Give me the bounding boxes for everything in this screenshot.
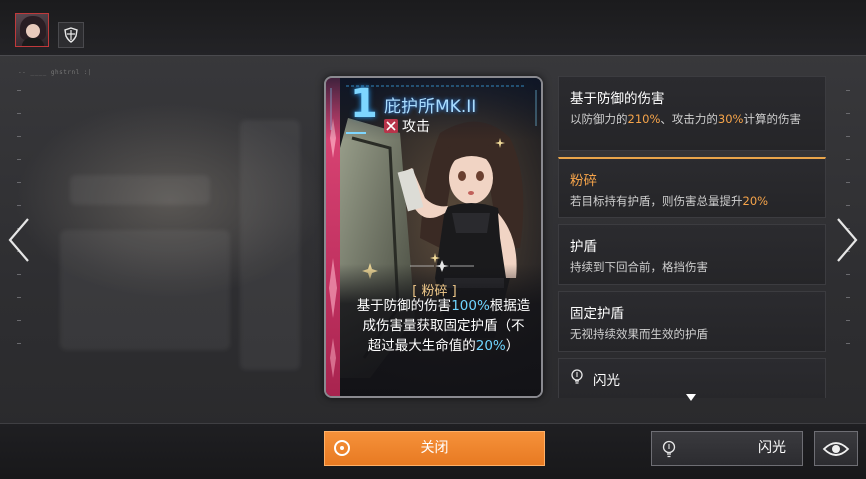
keyword-title: 固定护盾	[570, 306, 624, 322]
keyword-description: 以防御力的210%、攻击力的30%计算的伤害	[570, 112, 801, 126]
keyword-list[interactable]: 基于防御的伤害 以防御力的210%、攻击力的30%计算的伤害 粉碎 若目标持有护…	[558, 76, 826, 398]
shield-icon[interactable]	[58, 22, 84, 48]
keyword-description: 持续到下回合前，格挡伤害	[570, 260, 708, 274]
keyword-title: 粉碎	[570, 173, 597, 189]
keyword-item[interactable]: 基于防御的伤害 以防御力的210%、攻击力的30%计算的伤害	[558, 76, 826, 151]
flash-button[interactable]: 闪光	[651, 431, 803, 466]
keyword-item-selected[interactable]: 粉碎 若目标持有护盾，则伤害总量提升20%	[558, 157, 826, 218]
debug-label: -- ____ ghstrnl :|	[18, 69, 93, 76]
close-button-label: 关闭	[420, 440, 449, 456]
close-button[interactable]: 关闭	[324, 431, 545, 466]
keyword-item[interactable]: 固定护盾 无视持续效果而生效的护盾	[558, 291, 826, 352]
card-type: 攻击	[384, 116, 430, 136]
card-description: 基于防御的伤害100%根据造成伤害量获取固定护盾（不超过最大生命值的20%）	[356, 298, 531, 354]
scroll-down-indicator	[686, 394, 696, 401]
keyword-title: 护盾	[570, 239, 597, 255]
lightbulb-icon	[570, 369, 584, 389]
top-bar	[0, 0, 866, 56]
keyword-item[interactable]: 护盾 持续到下回合前，格挡伤害	[558, 224, 826, 285]
keyword-title: 基于防御的伤害	[570, 91, 665, 107]
card-type-label: 攻击	[402, 119, 430, 135]
keyword-description: 无视持续效果而生效的护盾	[570, 327, 708, 341]
previous-arrow-icon[interactable]	[4, 215, 34, 265]
keyword-title: 闪光	[593, 373, 620, 389]
next-arrow-icon[interactable]	[832, 215, 862, 265]
flash-button-label: 闪光	[758, 440, 786, 456]
lightbulb-icon	[662, 440, 676, 462]
character-avatar[interactable]	[15, 13, 49, 47]
card-name: 庇护所MK.II	[384, 97, 477, 117]
crossed-swords-icon	[384, 119, 398, 133]
keyword-item[interactable]: 闪光	[558, 358, 826, 398]
eye-icon[interactable]	[814, 431, 858, 466]
card-cost: 1	[350, 81, 378, 127]
skill-card: 1 庇护所MK.II 攻击 [ 粉碎 ] 基于防御的伤害100%根据造成伤害量获…	[324, 76, 543, 398]
keyword-description: 若目标持有护盾，则伤害总量提升20%	[570, 194, 769, 208]
